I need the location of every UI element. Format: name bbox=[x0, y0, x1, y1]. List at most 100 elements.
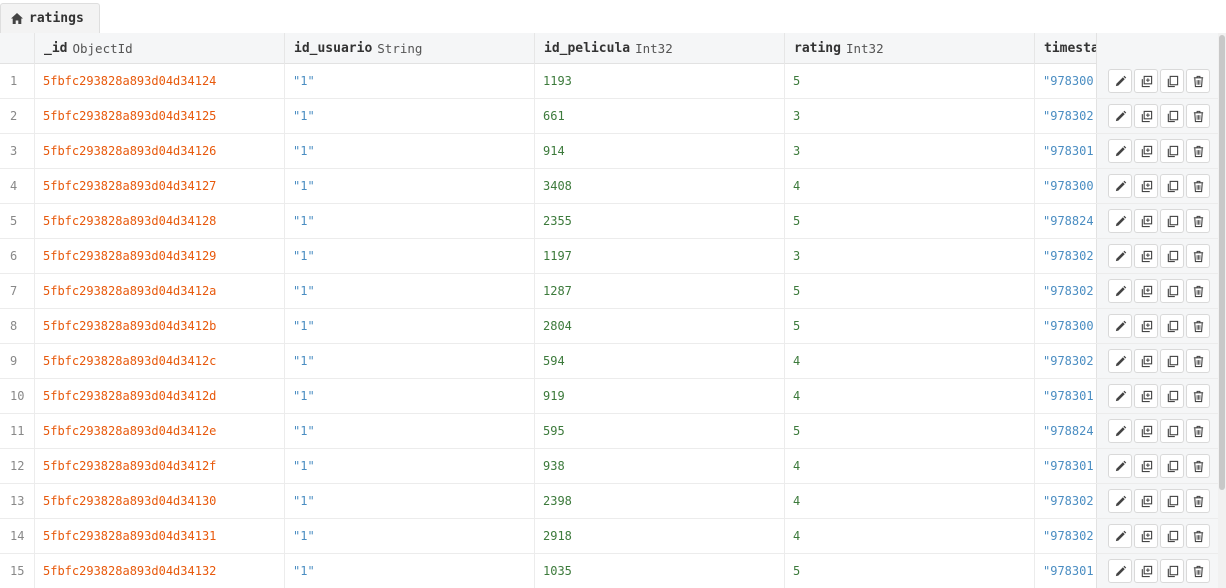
cell-id-pelicula[interactable]: 1197 bbox=[535, 239, 785, 273]
cell-id-usuario[interactable]: "1" bbox=[285, 169, 535, 203]
edit-button[interactable] bbox=[1108, 314, 1132, 338]
copy-button[interactable] bbox=[1160, 419, 1184, 443]
cell-id-pelicula[interactable]: 595 bbox=[535, 414, 785, 448]
cell-rating[interactable]: 3 bbox=[785, 134, 1035, 168]
cell-id[interactable]: 5fbfc293828a893d04d34129 bbox=[35, 239, 285, 273]
table-row[interactable]: 4 5fbfc293828a893d04d34127 "1" 3408 4 "978300 bbox=[0, 169, 1226, 204]
cell-timestamp[interactable]: "978824 bbox=[1035, 414, 1096, 448]
copy-button[interactable] bbox=[1160, 384, 1184, 408]
table-row[interactable]: 11 5fbfc293828a893d04d3412e "1" 595 5 "978824 bbox=[0, 414, 1226, 449]
cell-id[interactable]: 5fbfc293828a893d04d34125 bbox=[35, 99, 285, 133]
edit-button[interactable] bbox=[1108, 104, 1132, 128]
cell-rating[interactable]: 4 bbox=[785, 344, 1035, 378]
edit-button[interactable] bbox=[1108, 139, 1132, 163]
table-row[interactable]: 10 5fbfc293828a893d04d3412d "1" 919 4 "978301 bbox=[0, 379, 1226, 414]
cell-timestamp[interactable]: "978301 bbox=[1035, 449, 1096, 483]
cell-rating[interactable]: 5 bbox=[785, 414, 1035, 448]
delete-button[interactable] bbox=[1186, 419, 1210, 443]
copy-button[interactable] bbox=[1160, 279, 1184, 303]
table-row[interactable]: 15 5fbfc293828a893d04d34132 "1" 1035 5 "97830… bbox=[0, 554, 1226, 588]
delete-button[interactable] bbox=[1186, 279, 1210, 303]
cell-timestamp[interactable]: "978300 bbox=[1035, 169, 1096, 203]
cell-timestamp[interactable]: "978300 bbox=[1035, 309, 1096, 343]
edit-button[interactable] bbox=[1108, 419, 1132, 443]
copy-button[interactable] bbox=[1160, 454, 1184, 478]
edit-button[interactable] bbox=[1108, 69, 1132, 93]
table-row[interactable]: 13 5fbfc293828a893d04d34130 "1" 2398 4 "97830… bbox=[0, 484, 1226, 519]
clone-button[interactable] bbox=[1134, 454, 1158, 478]
copy-button[interactable] bbox=[1160, 524, 1184, 548]
clone-button[interactable] bbox=[1134, 69, 1158, 93]
cell-id[interactable]: 5fbfc293828a893d04d34124 bbox=[35, 64, 285, 98]
clone-button[interactable] bbox=[1134, 419, 1158, 443]
tab-ratings[interactable]: ratings bbox=[0, 3, 100, 33]
cell-id[interactable]: 5fbfc293828a893d04d34132 bbox=[35, 554, 285, 588]
copy-button[interactable] bbox=[1160, 559, 1184, 583]
cell-id-pelicula[interactable]: 2355 bbox=[535, 204, 785, 238]
clone-button[interactable] bbox=[1134, 314, 1158, 338]
delete-button[interactable] bbox=[1186, 384, 1210, 408]
cell-id-pelicula[interactable]: 919 bbox=[535, 379, 785, 413]
cell-timestamp[interactable]: "978302 bbox=[1035, 484, 1096, 518]
edit-button[interactable] bbox=[1108, 454, 1132, 478]
cell-id-usuario[interactable]: "1" bbox=[285, 554, 535, 588]
cell-timestamp[interactable]: "978301 bbox=[1035, 554, 1096, 588]
cell-id[interactable]: 5fbfc293828a893d04d3412a bbox=[35, 274, 285, 308]
clone-button[interactable] bbox=[1134, 244, 1158, 268]
copy-button[interactable] bbox=[1160, 209, 1184, 233]
edit-button[interactable] bbox=[1108, 559, 1132, 583]
vertical-scrollbar[interactable] bbox=[1218, 33, 1226, 588]
delete-button[interactable] bbox=[1186, 209, 1210, 233]
cell-id[interactable]: 5fbfc293828a893d04d34127 bbox=[35, 169, 285, 203]
cell-timestamp[interactable]: "978301 bbox=[1035, 379, 1096, 413]
column-header-id-usuario[interactable]: id_usuario String bbox=[285, 33, 535, 64]
cell-rating[interactable]: 5 bbox=[785, 309, 1035, 343]
edit-button[interactable] bbox=[1108, 349, 1132, 373]
cell-id-pelicula[interactable]: 2804 bbox=[535, 309, 785, 343]
clone-button[interactable] bbox=[1134, 489, 1158, 513]
edit-button[interactable] bbox=[1108, 244, 1132, 268]
cell-rating[interactable]: 4 bbox=[785, 379, 1035, 413]
edit-button[interactable] bbox=[1108, 209, 1132, 233]
cell-id-usuario[interactable]: "1" bbox=[285, 274, 535, 308]
cell-id-usuario[interactable]: "1" bbox=[285, 64, 535, 98]
cell-id[interactable]: 5fbfc293828a893d04d3412b bbox=[35, 309, 285, 343]
copy-button[interactable] bbox=[1160, 69, 1184, 93]
edit-button[interactable] bbox=[1108, 524, 1132, 548]
cell-id-usuario[interactable]: "1" bbox=[285, 204, 535, 238]
delete-button[interactable] bbox=[1186, 244, 1210, 268]
delete-button[interactable] bbox=[1186, 559, 1210, 583]
cell-id-pelicula[interactable]: 2918 bbox=[535, 519, 785, 553]
cell-id-usuario[interactable]: "1" bbox=[285, 99, 535, 133]
cell-id-usuario[interactable]: "1" bbox=[285, 414, 535, 448]
clone-button[interactable] bbox=[1134, 349, 1158, 373]
delete-button[interactable] bbox=[1186, 524, 1210, 548]
cell-id-pelicula[interactable]: 1193 bbox=[535, 64, 785, 98]
cell-id-pelicula[interactable]: 661 bbox=[535, 99, 785, 133]
cell-id-usuario[interactable]: "1" bbox=[285, 309, 535, 343]
cell-id[interactable]: 5fbfc293828a893d04d3412e bbox=[35, 414, 285, 448]
cell-timestamp[interactable]: "978300 bbox=[1035, 64, 1096, 98]
table-row[interactable]: 2 5fbfc293828a893d04d34125 "1" 661 3 "978302 bbox=[0, 99, 1226, 134]
clone-button[interactable] bbox=[1134, 279, 1158, 303]
delete-button[interactable] bbox=[1186, 174, 1210, 198]
cell-rating[interactable]: 3 bbox=[785, 99, 1035, 133]
cell-id-pelicula[interactable]: 594 bbox=[535, 344, 785, 378]
cell-timestamp[interactable]: "978824 bbox=[1035, 204, 1096, 238]
cell-rating[interactable]: 5 bbox=[785, 204, 1035, 238]
cell-id-pelicula[interactable]: 1035 bbox=[535, 554, 785, 588]
cell-id[interactable]: 5fbfc293828a893d04d3412c bbox=[35, 344, 285, 378]
edit-button[interactable] bbox=[1108, 174, 1132, 198]
copy-button[interactable] bbox=[1160, 174, 1184, 198]
column-header-timestamp[interactable]: timesta bbox=[1035, 33, 1096, 64]
cell-rating[interactable]: 5 bbox=[785, 274, 1035, 308]
clone-button[interactable] bbox=[1134, 139, 1158, 163]
table-row[interactable]: 12 5fbfc293828a893d04d3412f "1" 938 4 "978301 bbox=[0, 449, 1226, 484]
clone-button[interactable] bbox=[1134, 104, 1158, 128]
cell-id-usuario[interactable]: "1" bbox=[285, 239, 535, 273]
column-header-id-pelicula[interactable]: id_pelicula Int32 bbox=[535, 33, 785, 64]
copy-button[interactable] bbox=[1160, 244, 1184, 268]
table-row[interactable]: 14 5fbfc293828a893d04d34131 "1" 2918 4 "97830… bbox=[0, 519, 1226, 554]
copy-button[interactable] bbox=[1160, 139, 1184, 163]
table-row[interactable]: 6 5fbfc293828a893d04d34129 "1" 1197 3 "978302 bbox=[0, 239, 1226, 274]
